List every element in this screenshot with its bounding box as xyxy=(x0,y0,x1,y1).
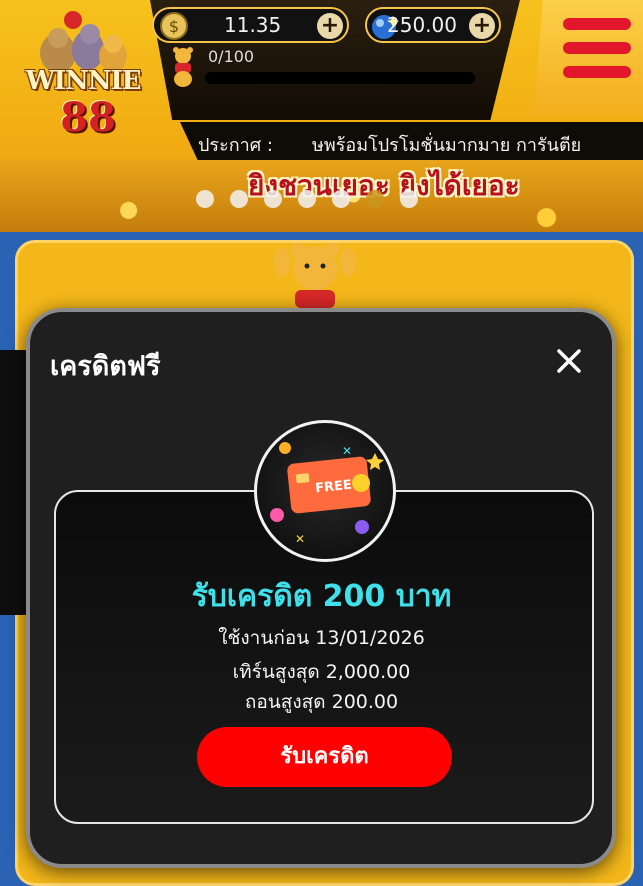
announcement-text: ษพร้อมโปรโมชั่นมากมาย การันตีย xyxy=(312,135,582,156)
credit-amount-headline: รับเครดิต 200 บาท xyxy=(191,579,452,614)
coin-balance-pill: $ 11.35 + xyxy=(152,7,349,43)
free-credit-card-icon: ✕ FREE ✕ xyxy=(270,442,384,546)
gem-balance-value: 250.00 xyxy=(387,13,457,37)
add-coin-button[interactable]: + xyxy=(317,13,343,39)
svg-text:✕: ✕ xyxy=(295,532,305,546)
modal-title: เครดิตฟรี xyxy=(50,351,161,382)
expiry-text: ใช้งานก่อน 13/01/2026 xyxy=(218,627,425,649)
winnie88-logo[interactable]: WINNIE 88 xyxy=(18,8,143,143)
add-gem-button[interactable]: + xyxy=(469,13,495,39)
pooh-mascot-icon xyxy=(274,243,356,308)
level-progress-text: 0/100 xyxy=(208,47,255,66)
banner-dot[interactable] xyxy=(400,190,418,208)
svg-text:✕: ✕ xyxy=(342,444,352,458)
menu-bar-icon xyxy=(563,18,631,30)
banner-dot[interactable] xyxy=(298,190,316,208)
level-pooh-icon xyxy=(173,47,193,87)
banner-dot[interactable] xyxy=(230,190,248,208)
max-withdraw-text: ถอนสูงสุด 200.00 xyxy=(244,691,399,713)
banner-slogan: ยิงชวนเยอะ ยิงได้เยอะ xyxy=(248,169,520,202)
top-header: WINNIE 88 $ 11.35 + 250.00 + 0/100 ประกา… xyxy=(0,0,643,160)
banner-dot[interactable] xyxy=(366,190,384,208)
coin-balance-value: 11.35 xyxy=(224,13,282,37)
logo-word: WINNIE xyxy=(25,66,142,96)
menu-bar-icon xyxy=(563,42,631,54)
announcement-label: ประกาศ : xyxy=(198,135,273,156)
announcement-bar: ประกาศ : ษพร้อมโปรโมชั่นมากมาย การันตีย xyxy=(180,122,643,160)
logo-number: 88 xyxy=(60,94,116,141)
offer-badge: ✕ FREE ✕ xyxy=(254,420,396,562)
banner-dot[interactable] xyxy=(332,190,350,208)
coin-icon: $ xyxy=(160,12,188,40)
banner-dot[interactable] xyxy=(264,190,282,208)
close-icon[interactable] xyxy=(552,344,586,378)
hamburger-menu-button[interactable] xyxy=(534,0,643,115)
max-turnover-text: เทิร์นสูงสุด 2,000.00 xyxy=(232,661,411,683)
gem-balance-pill: 250.00 + xyxy=(365,7,501,43)
promo-banner[interactable]: ยิงชวนเยอะ ยิงได้เยอะ xyxy=(0,160,643,232)
svg-text:$: $ xyxy=(169,17,179,36)
level-progress-bar xyxy=(205,72,475,84)
claim-credit-button[interactable]: รับเครดิต xyxy=(197,727,452,787)
menu-bar-icon xyxy=(563,66,631,78)
banner-dot[interactable] xyxy=(196,190,214,208)
